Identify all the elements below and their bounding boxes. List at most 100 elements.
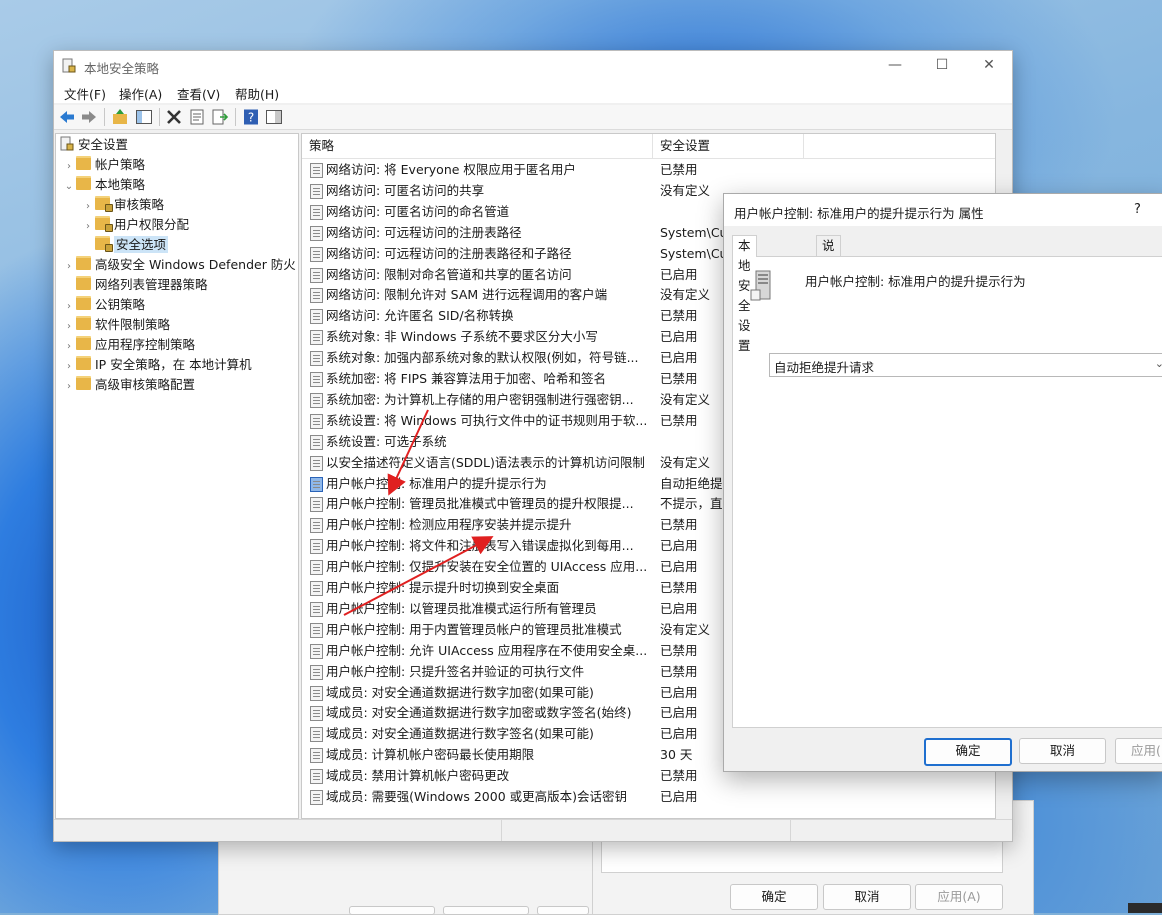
show-hide-tree-icon[interactable] [135,108,153,126]
tab-local-security-setting[interactable]: 本地安全设置 [732,235,757,353]
chevron-right-icon[interactable]: › [62,297,76,317]
policy-item-icon [310,601,323,617]
folder-icon [76,256,91,270]
bg-button-left[interactable] [349,906,435,915]
policy-item-icon [310,664,323,680]
policy-item-icon [310,685,323,701]
menu-file[interactable]: 文件(F) [64,84,106,103]
chevron-right-icon[interactable]: › [81,197,95,217]
tree-root-security-settings[interactable]: 安全设置 [60,135,128,155]
security-setting-cell: 已禁用 [660,371,698,386]
forward-icon[interactable] [80,108,98,126]
minimize-button[interactable]: — [872,51,918,81]
dialog-help-button[interactable]: ? [1134,202,1141,217]
tree-label: 公钥策略 [95,297,146,312]
tree-item[interactable]: › 审核策略 [81,195,164,215]
chevron-right-icon[interactable]: › [62,337,76,357]
tree-item[interactable]: › 高级安全 Windows Defender 防火 [62,255,296,275]
policy-item-icon [310,309,323,325]
back-icon[interactable] [58,108,76,126]
table-row[interactable]: 域成员: 需要强(Windows 2000 或更高版本)会话密钥 已启用 [302,786,995,807]
policy-item-icon [310,372,323,387]
show-action-pane-icon[interactable] [265,108,283,126]
security-setting-cell: 已启用 [660,705,698,721]
bg-apply-button[interactable]: 应用(A) [915,884,1003,910]
policy-item-icon [310,476,323,492]
chevron-right-icon[interactable]: › [62,157,76,177]
tree-item[interactable]: 网络列表管理器策略 [62,275,208,295]
table-row[interactable]: 网络访问: 将 Everyone 权限应用于匿名用户 已禁用 [302,159,995,180]
export-list-icon[interactable] [211,108,229,126]
security-setting-cell: 自动拒绝提 [660,475,723,491]
policy-name-cell: 系统加密: 为计算机上存储的用户密钥强制进行强密钥... [326,391,634,407]
security-setting-cell: 已启用 [660,789,698,804]
policy-item-icon [310,351,323,367]
tree-item[interactable]: 安全选项 [81,235,169,255]
tree-item[interactable]: › IP 安全策略，在 本地计算机 [62,355,252,375]
policy-folder-icon [95,216,113,232]
policy-name-cell: 系统设置: 将 Windows 可执行文件中的证书规则用于软... [326,412,648,428]
security-setting-cell: 没有定义 [660,182,711,198]
security-setting-cell: 已禁用 [660,517,698,533]
policy-item-icon [310,497,323,513]
cancel-button[interactable]: 取消 [1019,738,1106,764]
tree-label: 审核策略 [114,197,165,212]
security-setting-cell: 已启用 [660,538,698,554]
elevation-behavior-dropdown[interactable]: 自动拒绝提升请求 ⌄ [769,353,1162,377]
policy-name-cell: 用户帐户控制: 将文件和注册表写入错误虚拟化到每用... [326,538,634,554]
dropdown-selected-value: 自动拒绝提升请求 [774,360,875,375]
tree-item[interactable]: › 高级审核策略配置 [62,375,195,395]
tree-item[interactable]: › 软件限制策略 [62,315,170,335]
policy-name-cell: 网络访问: 可匿名访问的命名管道 [326,203,510,219]
chevron-right-icon[interactable]: › [62,257,76,277]
tree-item[interactable]: › 公钥策略 [62,295,145,315]
policy-item-icon [310,246,323,262]
bg-ok-button[interactable]: 确定 [730,884,818,910]
security-setting-cell: 没有定义 [660,621,711,637]
policy-item-icon [310,413,323,429]
menu-help[interactable]: 帮助(H) [235,84,279,103]
chevron-right-icon[interactable]: › [62,377,76,397]
chevron-right-icon[interactable]: › [81,217,95,237]
chevron-right-icon[interactable]: › [62,317,76,337]
policy-name-cell: 网络访问: 限制对命名管道和共享的匿名访问 [326,266,572,282]
maximize-button[interactable]: ☐ [919,51,965,81]
tree-item[interactable]: › 用户权限分配 [81,215,189,235]
delete-icon[interactable] [165,108,183,126]
security-setting-cell: 没有定义 [660,454,711,470]
menu-action[interactable]: 操作(A) [119,84,162,103]
help-icon[interactable]: ? [242,108,260,126]
tree-label: 安全设置 [78,137,129,152]
apply-button[interactable]: 应用( [1115,738,1162,764]
tree-item[interactable]: › 应用程序控制策略 [62,335,195,355]
bg-button-right[interactable] [537,906,589,915]
tree-item[interactable]: › 帐户策略 [62,155,145,175]
policy-item-icon [310,581,323,596]
close-button[interactable]: ✕ [966,51,1012,81]
policy-item-icon [310,622,323,638]
bg-cancel-button[interactable]: 取消 [823,884,911,910]
menu-view[interactable]: 查看(V) [177,84,220,103]
security-setting-cell: 已禁用 [660,412,698,428]
properties-icon[interactable] [188,108,206,126]
tree-item[interactable]: ⌄ 本地策略 [62,175,145,195]
security-setting-cell: 已启用 [660,559,698,575]
up-folder-icon[interactable] [111,108,129,126]
policy-item-icon [310,183,323,199]
title-bar: 本地安全策略 — ☐ ✕ [54,51,1012,81]
policy-name-cell: 用户帐户控制: 以管理员批准模式运行所有管理员 [326,600,597,616]
policy-item-icon [310,518,323,534]
chevron-down-icon[interactable]: ⌄ [62,177,76,197]
bg-button-mid[interactable] [443,906,529,915]
chevron-right-icon[interactable]: › [62,357,76,377]
policy-name-cell: 用户帐户控制: 提示提升时切换到安全桌面 [326,580,560,595]
column-header-setting[interactable]: 安全设置 [653,134,804,158]
security-setting-cell: 已禁用 [660,308,698,324]
security-policy-icon [62,58,76,73]
status-bar [54,819,1012,841]
ok-button[interactable]: 确定 [924,738,1012,766]
security-setting-cell: System\Cur [660,224,730,240]
policy-name-cell: 系统对象: 加强内部系统对象的默认权限(例如，符号链... [326,350,639,366]
policy-name-cell: 网络访问: 可远程访问的注册表路径和子路径 [326,245,572,261]
tab-explain[interactable]: 说明 [816,235,841,273]
